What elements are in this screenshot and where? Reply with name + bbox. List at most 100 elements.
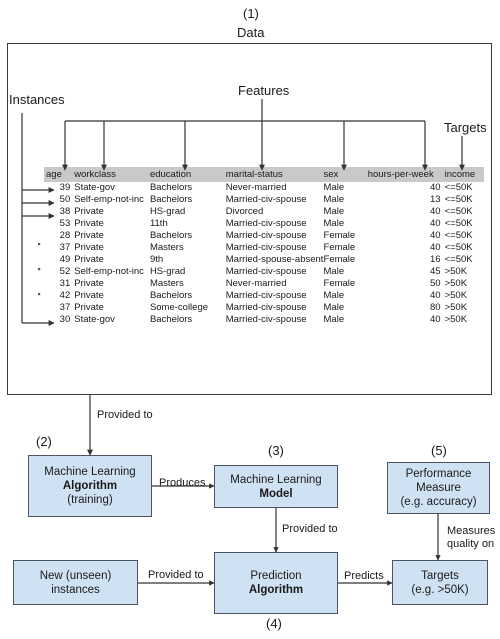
cell-hours-per-week: 40 — [430, 290, 441, 302]
cell-marital-status: Married-spouse-absent — [225, 254, 324, 266]
cell-income: <=50K — [444, 206, 473, 218]
step-4-number: (4) — [266, 616, 282, 631]
cell-workclass: Private — [74, 206, 104, 218]
performance-measure-line2: Measure — [416, 482, 461, 494]
cell-marital-status: Married-civ-spouse — [225, 194, 307, 206]
ml-algorithm-line1: Machine Learning — [44, 466, 136, 478]
table-body: 39 State-gov Bachelors Never-married Male 40 <… — [44, 182, 484, 326]
ml-model-line2: Model — [259, 487, 293, 500]
cell-income: <=50K — [444, 230, 473, 242]
edge-label-measure-to-targets-line2: quality on — [447, 538, 495, 550]
cell-sex: Male — [323, 266, 345, 278]
cell-workclass: Self-emp-not-inc — [74, 266, 144, 278]
cell-workclass: State-gov — [74, 182, 115, 194]
cell-income: <=50K — [444, 254, 473, 266]
step-5-number: (5) — [431, 443, 447, 458]
cell-marital-status: Married-civ-spouse — [225, 290, 307, 302]
cell-income: <=50K — [444, 218, 473, 230]
cell-sex: Male — [323, 218, 345, 230]
box-machine-learning-model[interactable]: Machine Learning Model — [214, 465, 338, 508]
cell-workclass: Private — [74, 278, 104, 290]
diagram-canvas: (1) Data Instances Features Targets age … — [0, 0, 500, 639]
table-row: 30 State-gov Bachelors Married-civ-spouse Ma… — [44, 314, 484, 326]
column-header-education: education — [149, 167, 226, 182]
cell-age: 31 — [59, 278, 71, 290]
table-row: 39 State-gov Bachelors Never-married Male 40 <… — [44, 182, 484, 194]
cell-age: 30 — [59, 314, 71, 326]
table-row: 37 Private Masters Married-civ-spouse Female… — [44, 242, 484, 254]
cell-hours-per-week: 40 — [430, 218, 441, 230]
instances-label: Instances — [9, 92, 65, 107]
cell-income: >50K — [444, 290, 468, 302]
cell-education: Bachelors — [149, 194, 193, 206]
edge-label-model-to-prediction: Provided to — [282, 523, 338, 535]
cell-age: 49 — [59, 254, 71, 266]
box-performance-measure[interactable]: Performance Measure (e.g. accuracy) — [387, 462, 490, 514]
cell-workclass: Private — [74, 230, 104, 242]
cell-marital-status: Married-civ-spouse — [225, 230, 307, 242]
cell-education: Bachelors — [149, 230, 193, 242]
box-prediction-algorithm[interactable]: Prediction Algorithm — [214, 552, 338, 614]
ml-algorithm-line2: Algorithm — [62, 480, 118, 492]
cell-education: Masters — [149, 242, 184, 254]
cell-hours-per-week: 40 — [430, 242, 441, 254]
edge-label-algorithm-to-model: Produces — [159, 477, 206, 489]
cell-hours-per-week: 45 — [430, 266, 441, 278]
table-row: 31 Private Masters Never-married Female 50 >50… — [44, 278, 484, 290]
edge-label-instances-to-prediction: Provided to — [148, 569, 204, 581]
cell-workclass: Self-emp-not-inc — [74, 194, 144, 206]
cell-marital-status: Never-married — [225, 182, 287, 194]
performance-measure-line1: Performance — [405, 468, 472, 480]
column-header-sex: sex — [323, 167, 368, 182]
cell-income: >50K — [444, 302, 468, 314]
cell-income: >50K — [444, 314, 468, 326]
cell-sex: Male — [323, 302, 345, 314]
step-3-number: (3) — [268, 443, 284, 458]
cell-hours-per-week: 40 — [430, 314, 441, 326]
cell-education: Some-college — [149, 302, 209, 314]
cell-workclass: Private — [74, 254, 104, 266]
box-targets[interactable]: Targets (e.g. >50K) — [392, 560, 488, 605]
cell-sex: Male — [323, 206, 345, 218]
cell-hours-per-week: 16 — [430, 254, 441, 266]
box-new-unseen-instances[interactable]: New (unseen) instances — [13, 560, 138, 605]
cell-age: 38 — [59, 206, 71, 218]
ml-algorithm-line3: (training) — [67, 494, 113, 506]
targets-line1: Targets — [421, 569, 459, 582]
cell-sex: Male — [323, 290, 345, 302]
cell-age: 37 — [59, 242, 71, 254]
new-instances-line2: instances — [51, 583, 100, 596]
cell-hours-per-week: 80 — [430, 302, 441, 314]
table-row: 28 Private Bachelors Married-civ-spouse Fema… — [44, 230, 484, 242]
cell-education: Masters — [149, 278, 184, 290]
cell-education: Bachelors — [149, 314, 193, 326]
data-title: Data — [237, 25, 265, 40]
column-header-hours-per-week: hours-per-week — [367, 167, 445, 182]
performance-measure-line3: (e.g. accuracy) — [400, 496, 477, 508]
edge-label-data-to-algorithm: Provided to — [97, 409, 153, 421]
table-row: 42 Private Bachelors Married-civ-spouse Male… — [44, 290, 484, 302]
table-row: 52 Self-emp-not-inc HS-grad Married-civ-spo… — [44, 266, 484, 278]
cell-marital-status: Married-civ-spouse — [225, 218, 307, 230]
table-row: 38 Private HS-grad Divorced Male 40 <=50K — [44, 206, 484, 218]
cell-workclass: Private — [74, 302, 104, 314]
cell-sex: Female — [323, 230, 356, 242]
targets-line2: (e.g. >50K) — [411, 583, 469, 596]
cell-income: >50K — [444, 278, 468, 290]
cell-income: >50K — [444, 266, 468, 278]
cell-hours-per-week: 50 — [430, 278, 441, 290]
cell-income: <=50K — [444, 242, 473, 254]
cell-income: <=50K — [444, 182, 473, 194]
box-machine-learning-algorithm[interactable]: Machine Learning Algorithm (training) — [28, 455, 152, 517]
cell-marital-status: Married-civ-spouse — [225, 242, 307, 254]
cell-education: Bachelors — [149, 182, 193, 194]
cell-hours-per-week: 13 — [430, 194, 441, 206]
new-instances-line1: New (unseen) — [39, 569, 112, 582]
cell-hours-per-week: 40 — [430, 230, 441, 242]
cell-age: 53 — [59, 218, 71, 230]
cell-hours-per-week: 40 — [430, 182, 441, 194]
column-header-workclass: workclass — [74, 167, 150, 182]
cell-income: <=50K — [444, 194, 473, 206]
cell-age: 28 — [59, 230, 71, 242]
table-row: 50 Self-emp-not-inc Bachelors Married-civ-s… — [44, 194, 484, 206]
